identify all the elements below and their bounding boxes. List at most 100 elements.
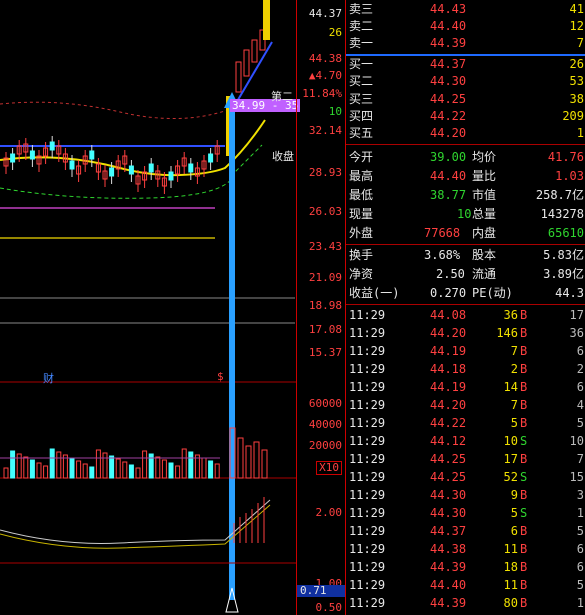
volume-bar (3, 467, 9, 479)
annotation-tag: 第二 (271, 90, 293, 103)
trade-count: 3 (576, 488, 584, 502)
trade-volume: 10 (503, 434, 518, 448)
trade-count: 10 (569, 434, 584, 448)
trade-price: 44.08 (430, 308, 467, 322)
trade-price: 44.30 (430, 506, 467, 520)
trade-row[interactable]: 11:29 44.20 146 B 36 (346, 324, 585, 343)
divider (346, 144, 585, 145)
volume-bar (168, 462, 174, 479)
trade-row[interactable]: 11:29 44.40 11 B 5 (346, 576, 585, 595)
trade-time: 11:29 (349, 506, 386, 520)
axis-label: ▲4.70 (308, 69, 342, 82)
candle-body (251, 39, 258, 63)
axis-label: 26 (328, 26, 342, 39)
candle-body (89, 150, 95, 160)
kline-chart[interactable]: 34.99 - 35 第二 收盘 财 $ (0, 0, 345, 615)
trade-count: 5 (576, 416, 584, 430)
trade-row[interactable]: 11:29 44.22 5 B 5 (346, 414, 585, 433)
bid-volume: 1 (576, 126, 584, 140)
volume-bar (253, 441, 260, 479)
candle-body (243, 49, 250, 77)
volume-bar (102, 452, 108, 479)
volume-bar (89, 466, 95, 479)
trade-price: 44.19 (430, 380, 467, 394)
axis-label: 32.14 (308, 124, 342, 137)
trade-volume: 18 (503, 560, 518, 574)
trade-side: B (520, 380, 528, 394)
float-label: 流通 (472, 267, 497, 281)
axis-label: 11.84% (302, 87, 342, 100)
now-volume-value: 10 (457, 207, 472, 221)
trade-volume: 7 (510, 344, 518, 358)
bid-row[interactable]: 买二 44.30 53 (346, 72, 585, 91)
quote-panel: 卖三 44.43 41 卖二 44.40 12 卖一 44.39 7 买一 44… (345, 0, 585, 615)
volume-bar (128, 464, 134, 479)
axis-label: 21.09 (308, 271, 342, 284)
now-volume-label: 现量 (349, 207, 374, 221)
candle-body (148, 163, 154, 173)
candle-body (168, 171, 174, 181)
inner-value: 65610 (547, 226, 584, 240)
dollar-marker[interactable]: $ (217, 370, 224, 383)
mcap-label: 市值 (472, 188, 497, 202)
trade-row[interactable]: 11:29 44.30 5 S 1 (346, 504, 585, 523)
volume-multiplier: X10 (316, 461, 342, 475)
trade-row[interactable]: 11:29 44.25 17 B 7 (346, 450, 585, 469)
volume-bar (76, 460, 82, 479)
axis-label: 23.43 (308, 240, 342, 253)
volume-bar (49, 448, 55, 479)
trade-row[interactable]: 11:29 44.39 80 B 1 (346, 594, 585, 613)
axis-label: 10 (328, 105, 342, 118)
trade-count: 1 (576, 506, 584, 520)
inner-label: 内盘 (472, 226, 497, 240)
trade-row[interactable]: 11:29 44.19 7 B 6 (346, 342, 585, 361)
trade-time: 11:29 (349, 308, 386, 322)
trade-count: 1 (576, 596, 584, 610)
trade-row[interactable]: 11:29 44.38 11 B 6 (346, 540, 585, 559)
trade-count: 17 (569, 308, 584, 322)
trade-row[interactable]: 11:29 44.20 7 B 4 (346, 396, 585, 415)
trade-row[interactable]: 11:29 44.30 9 B 3 (346, 486, 585, 505)
equity-label: 股本 (472, 248, 497, 262)
quote-row-vol: 现量 10 总量 143278 (346, 205, 585, 224)
ask-volume: 7 (576, 36, 584, 50)
trade-row[interactable]: 11:29 44.08 36 B 17 (346, 306, 585, 325)
trade-time: 11:29 (349, 578, 386, 592)
trade-row[interactable]: 11:29 44.12 10 S 10 (346, 432, 585, 451)
trade-price: 44.20 (430, 398, 467, 412)
chart-canvas (0, 0, 296, 613)
trade-volume: 5 (510, 506, 518, 520)
trade-price: 44.20 (430, 326, 467, 340)
trade-row[interactable]: 11:29 44.19 14 B 6 (346, 378, 585, 397)
trade-time: 11:29 (349, 488, 386, 502)
trade-row[interactable]: 11:29 44.39 18 B 6 (346, 558, 585, 577)
trade-side: B (520, 488, 528, 502)
limit-up-candle (263, 0, 270, 40)
outer-value: 77668 (424, 226, 461, 240)
finance-marker[interactable]: 财 (43, 370, 54, 386)
volume-bar (188, 451, 194, 479)
trade-price: 44.37 (430, 524, 467, 538)
trade-side: B (520, 416, 528, 430)
trade-time: 11:29 (349, 380, 386, 394)
trade-price: 44.39 (430, 560, 467, 574)
trade-row[interactable]: 11:29 44.25 52 S 15 (346, 468, 585, 487)
open-value: 39.00 (430, 150, 467, 164)
trade-price: 44.40 (430, 578, 467, 592)
trade-count: 15 (569, 470, 584, 484)
trade-row[interactable]: 11:29 44.37 6 B 5 (346, 522, 585, 541)
candle-body (128, 165, 134, 175)
trade-count: 6 (576, 560, 584, 574)
bid-row[interactable]: 买五 44.20 1 (346, 124, 585, 143)
stats-row-turnover: 换手 3.68% 股本 5.83亿 (346, 246, 585, 265)
volume-bar (82, 463, 88, 479)
low-value: 38.77 (430, 188, 467, 202)
trade-side: B (520, 524, 528, 538)
ask-row[interactable]: 卖一 44.39 7 (346, 34, 585, 53)
volume-bar (214, 463, 220, 479)
axis-label: 17.08 (308, 323, 342, 336)
volume-bar (135, 467, 141, 479)
trade-row[interactable]: 11:29 44.18 2 B 2 (346, 360, 585, 379)
volume-bar (36, 462, 42, 479)
trade-time: 11:29 (349, 452, 386, 466)
